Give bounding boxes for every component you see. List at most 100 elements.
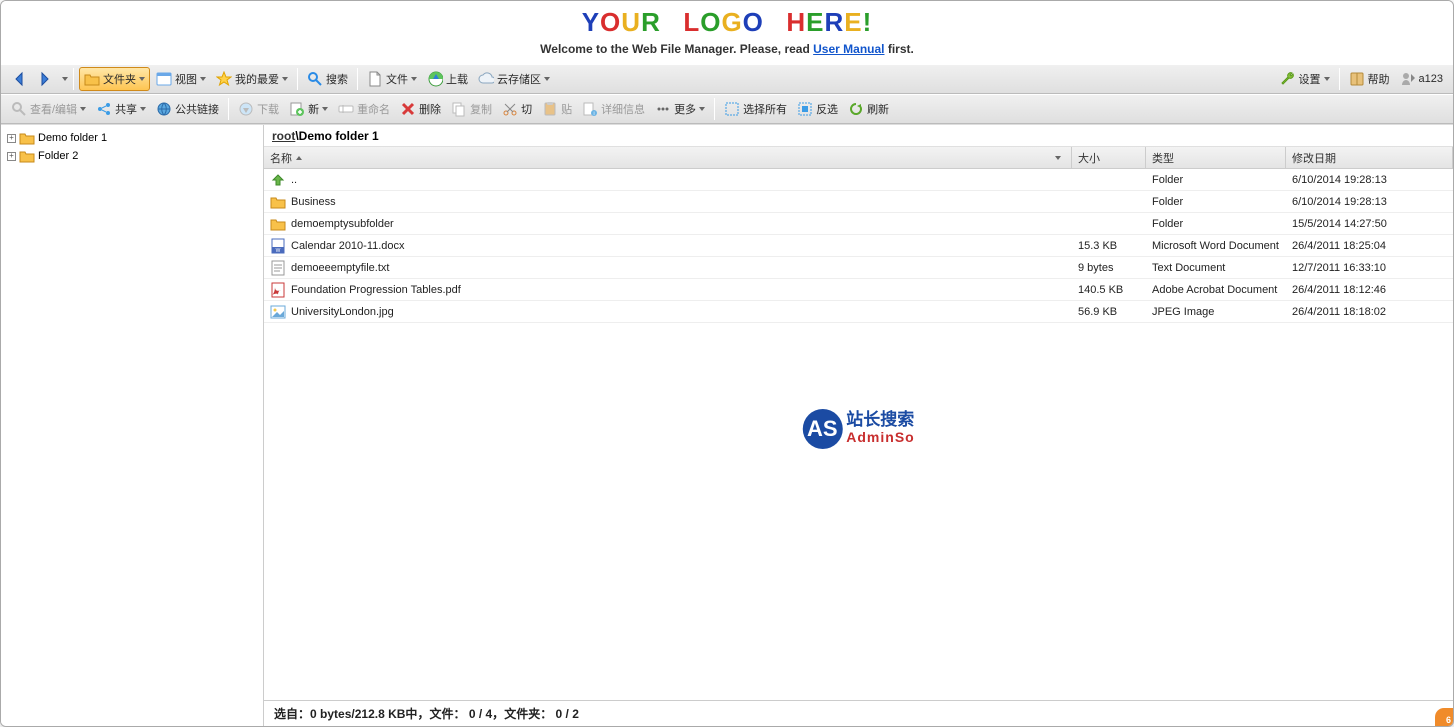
- chevron-down-icon: [282, 77, 288, 81]
- paste-label: 贴: [561, 101, 572, 117]
- refresh-button[interactable]: 刷新: [844, 97, 893, 121]
- svg-text:i: i: [594, 111, 595, 117]
- view-edit-label: 查看/编辑: [30, 101, 77, 117]
- txt-icon: [270, 260, 286, 276]
- main-pane: root\Demo folder 1 名称 大小 类型 修改日期 ..Folde…: [264, 125, 1453, 726]
- column-name[interactable]: 名称: [264, 147, 1072, 168]
- grid-row[interactable]: WCalendar 2010-11.docx15.3 KBMicrosoft W…: [264, 235, 1453, 257]
- column-name-label: 名称: [270, 150, 292, 166]
- rename-button[interactable]: 重命名: [334, 97, 394, 121]
- cloud-label: 云存储区: [497, 71, 541, 87]
- up-icon: [270, 172, 286, 188]
- corner-badge: 6: [1435, 708, 1453, 726]
- chevron-down-icon: [544, 77, 550, 81]
- welcome-text: Welcome to the Web File Manager. Please,…: [1, 38, 1453, 62]
- grid-row[interactable]: demoeeemptyfile.txt9 bytesText Document1…: [264, 257, 1453, 279]
- nav-dropdown-icon[interactable]: [62, 77, 68, 81]
- folder-label: 文件夹: [103, 71, 136, 87]
- column-menu-icon[interactable]: [1048, 156, 1065, 160]
- more-dropdown[interactable]: 更多: [651, 97, 709, 121]
- tree-item[interactable]: + Folder 2: [5, 147, 259, 165]
- column-size-label: 大小: [1078, 150, 1100, 166]
- cut-button[interactable]: 切: [498, 97, 536, 121]
- toolbar-primary: 文件夹 视图 我的最爱 搜索: [1, 64, 1453, 94]
- upload-icon: [427, 71, 443, 87]
- help-button[interactable]: 帮助: [1345, 67, 1394, 91]
- copy-label: 复制: [470, 101, 492, 117]
- file-label: 文件: [386, 71, 408, 87]
- copy-icon: [451, 101, 467, 117]
- copy-button[interactable]: 复制: [447, 97, 496, 121]
- view-dropdown[interactable]: 视图: [152, 67, 210, 91]
- file-grid: 名称 大小 类型 修改日期 ..Folder6/10/2014 19:28:13…: [264, 147, 1453, 700]
- share-label: 共享: [115, 101, 137, 117]
- chevron-down-icon: [1324, 77, 1330, 81]
- expand-icon[interactable]: +: [7, 134, 16, 143]
- img-icon: [270, 304, 286, 320]
- public-links-button[interactable]: 公共链接: [152, 97, 223, 121]
- search-button[interactable]: 搜索: [303, 67, 352, 91]
- cell-name: WCalendar 2010-11.docx: [264, 238, 1072, 254]
- chevron-down-icon: [140, 107, 146, 111]
- folder-icon: [19, 130, 35, 146]
- folder-dropdown[interactable]: 文件夹: [79, 67, 150, 91]
- file-dropdown[interactable]: 文件: [363, 67, 421, 91]
- column-date-label: 修改日期: [1292, 150, 1336, 166]
- view-edit-dropdown[interactable]: 查看/编辑: [7, 97, 90, 121]
- nav-back-button[interactable]: [7, 67, 31, 91]
- details-button[interactable]: i 详细信息: [578, 97, 649, 121]
- delete-button[interactable]: 删除: [396, 97, 445, 121]
- cell-type: Adobe Acrobat Document: [1146, 284, 1286, 296]
- file-name: demoemptysubfolder: [291, 218, 394, 230]
- cell-date: 26/4/2011 18:25:04: [1286, 240, 1453, 252]
- grid-row[interactable]: BusinessFolder6/10/2014 19:28:13: [264, 191, 1453, 213]
- tree-item-label: Demo folder 1: [38, 132, 107, 144]
- breadcrumb-root[interactable]: root: [272, 129, 295, 143]
- nav-forward-button[interactable]: [33, 67, 57, 91]
- cell-date: 26/4/2011 18:18:02: [1286, 306, 1453, 318]
- app-window: YOUR LOGO HERE! Welcome to the Web File …: [0, 0, 1454, 727]
- select-all-button[interactable]: 选择所有: [720, 97, 791, 121]
- grid-row[interactable]: ..Folder6/10/2014 19:28:13: [264, 169, 1453, 191]
- tree-item[interactable]: + Demo folder 1: [5, 129, 259, 147]
- column-type-label: 类型: [1152, 150, 1174, 166]
- upload-button[interactable]: 上载: [423, 67, 472, 91]
- content-area: + Demo folder 1 + Folder 2 root\Demo fol…: [1, 124, 1453, 726]
- user-menu[interactable]: a123: [1396, 67, 1447, 91]
- download-button[interactable]: 下载: [234, 97, 283, 121]
- column-size[interactable]: 大小: [1072, 147, 1146, 168]
- invert-label: 反选: [816, 101, 838, 117]
- grid-header: 名称 大小 类型 修改日期: [264, 147, 1453, 169]
- grid-body[interactable]: ..Folder6/10/2014 19:28:13BusinessFolder…: [264, 169, 1453, 700]
- sort-asc-icon: [296, 156, 302, 160]
- invert-icon: [797, 101, 813, 117]
- expand-icon[interactable]: +: [7, 152, 16, 161]
- separator: [714, 98, 715, 120]
- status-selected-bytes: 0 bytes: [310, 707, 351, 721]
- new-icon: [289, 101, 305, 117]
- user-manual-link[interactable]: User Manual: [813, 42, 884, 56]
- pdf-icon: [270, 282, 286, 298]
- grid-row[interactable]: Foundation Progression Tables.pdf140.5 K…: [264, 279, 1453, 301]
- watermark-abbr: AS: [802, 409, 842, 449]
- settings-dropdown[interactable]: 设置: [1276, 67, 1334, 91]
- docx-icon: W: [270, 238, 286, 254]
- separator: [357, 68, 358, 90]
- favorites-dropdown[interactable]: 我的最爱: [212, 67, 292, 91]
- column-date[interactable]: 修改日期: [1286, 147, 1453, 168]
- scissors-icon: [502, 101, 518, 117]
- grid-row[interactable]: demoemptysubfolderFolder15/5/2014 14:27:…: [264, 213, 1453, 235]
- paste-button[interactable]: 贴: [538, 97, 576, 121]
- column-type[interactable]: 类型: [1146, 147, 1286, 168]
- invert-selection-button[interactable]: 反选: [793, 97, 842, 121]
- header-area: YOUR LOGO HERE! Welcome to the Web File …: [1, 1, 1453, 64]
- status-of-label: 中: [405, 705, 417, 722]
- new-dropdown[interactable]: 新: [285, 97, 332, 121]
- cloud-dropdown[interactable]: 云存储区: [474, 67, 554, 91]
- separator: [1339, 68, 1340, 90]
- grid-row[interactable]: UniversityLondon.jpg56.9 KBJPEG Image26/…: [264, 301, 1453, 323]
- file-name: Business: [291, 196, 336, 208]
- share-dropdown[interactable]: 共享: [92, 97, 150, 121]
- public-links-label: 公共链接: [175, 101, 219, 117]
- status-total-size: 212.8 KB: [355, 707, 406, 721]
